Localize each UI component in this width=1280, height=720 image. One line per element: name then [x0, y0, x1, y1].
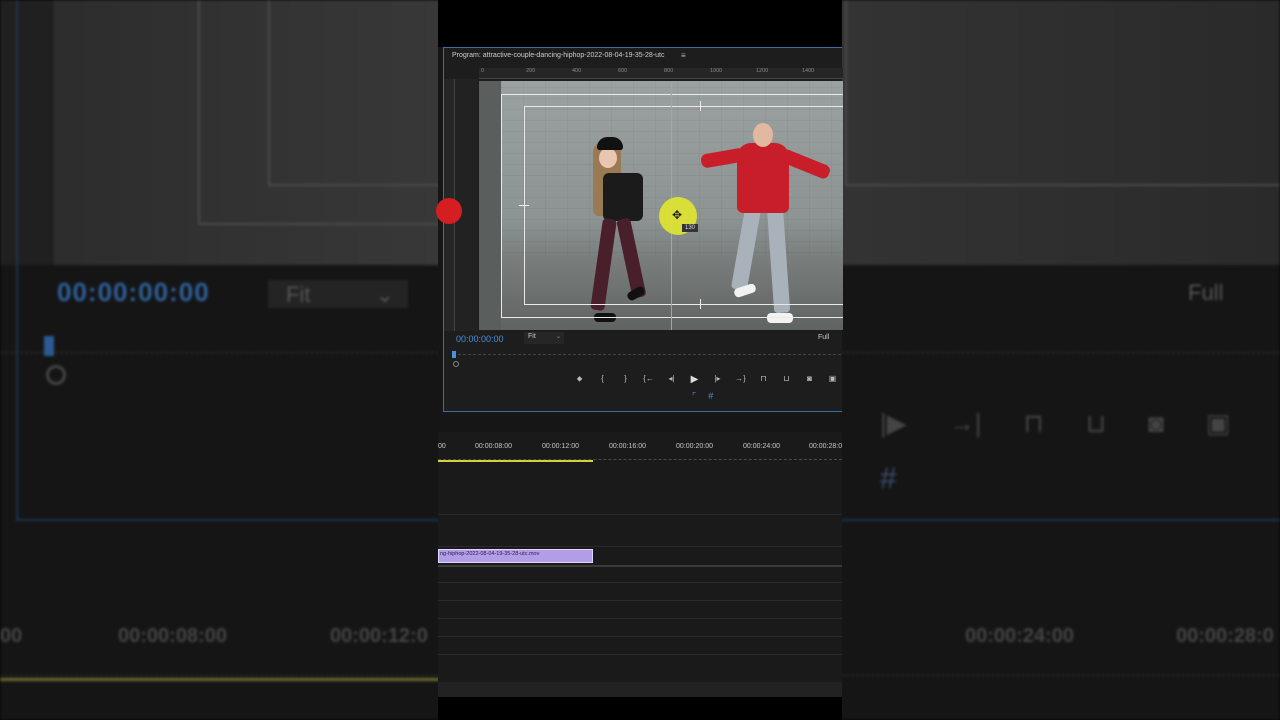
ruler-mark: 1000: [710, 68, 723, 74]
playhead-handle[interactable]: [452, 351, 456, 358]
go-to-in-icon[interactable]: {←: [637, 374, 660, 385]
background-work-area-bar: [0, 678, 440, 681]
lift-icon: ⊓: [1023, 408, 1044, 438]
overlay-controls: ⌜ #: [692, 391, 713, 402]
track-divider: [438, 654, 842, 655]
go-to-out-icon: →|: [948, 408, 982, 438]
background-timeline-time: 00: [0, 625, 23, 647]
letterbox-top: [438, 0, 842, 47]
background-timecode: 00:00:00:00: [57, 277, 210, 307]
background-timeline-time: 00:00:24:00: [965, 625, 1074, 647]
panel-title[interactable]: Program: attractive-couple-dancing-hipho…: [452, 52, 664, 59]
grid-icon: #: [880, 462, 897, 495]
chevron-down-icon: ⌄: [375, 282, 394, 307]
ruler-mark: 800: [664, 68, 674, 74]
timeline-timecode: 00:00:20:00: [676, 443, 713, 450]
resolution-select[interactable]: Full: [818, 334, 829, 341]
play-icon[interactable]: ▶: [683, 374, 706, 385]
video-clip[interactable]: ng-hiphop-2022-08-04-19-35-28-utc.mov: [438, 549, 593, 563]
track-divider: [438, 636, 842, 637]
center-tick-left: [519, 205, 529, 206]
center-tick-bottom: [700, 299, 701, 309]
program-monitor-panel: Program: attractive-couple-dancing-hipho…: [436, 47, 844, 412]
timeline-timecode: 00:00:08:00: [475, 443, 512, 450]
ruler-mark: 200: [526, 68, 536, 74]
ruler-mark: 1400: [802, 68, 815, 74]
lift-icon[interactable]: ⊓: [752, 374, 775, 385]
timeline-timecode: 00:00:16:00: [609, 443, 646, 450]
background-resolution: Full: [1188, 280, 1224, 305]
wall-edge: [479, 81, 501, 330]
go-to-out-icon[interactable]: →}: [729, 374, 752, 385]
track-divider: [438, 565, 842, 567]
video-column: Program: attractive-couple-dancing-hipho…: [436, 0, 844, 720]
center-tick-top: [700, 101, 701, 111]
letterbox-bottom: [438, 697, 842, 720]
compare-icon[interactable]: ▣: [821, 374, 844, 385]
track-divider: [438, 618, 842, 619]
work-area-bar[interactable]: [438, 460, 593, 462]
export-frame-icon[interactable]: ◙: [798, 374, 821, 385]
track-divider: [438, 546, 842, 547]
background-playhead: [44, 336, 54, 356]
background-ring: [46, 365, 66, 385]
safe-margins-icon[interactable]: ⌜: [692, 391, 696, 402]
transport-controls: ⬥ { } {← ◂| ▶ |▸ →} ⊓ ⊔ ◙ ▣: [568, 374, 844, 385]
zoom-select[interactable]: Fit ⌄: [524, 332, 564, 344]
timeline-ruler[interactable]: 00 00:00:08:00 00:00:12:00 00:00:16:00 0…: [438, 443, 842, 453]
ruler-mark: 0: [481, 68, 485, 74]
step-forward-icon[interactable]: |▸: [706, 374, 729, 385]
track-divider: [438, 582, 842, 583]
background-timeline-time: 00:00:28:0: [1176, 625, 1274, 647]
compare-icon: ▣: [1205, 408, 1231, 438]
timeline-timecode: 00:00:24:00: [743, 443, 780, 450]
export-frame-icon: ◙: [1148, 408, 1164, 438]
timeline-timecode: 00: [438, 443, 446, 450]
step-back-icon[interactable]: ◂|: [660, 374, 683, 385]
timeline-panel: 00 00:00:08:00 00:00:12:00 00:00:16:00 0…: [438, 432, 842, 697]
background-zoom-select: Fit ⌄: [268, 280, 408, 308]
move-cursor-icon: ✥: [672, 208, 683, 222]
cursor-tooltip: 130: [682, 224, 699, 232]
scrub-bar[interactable]: [453, 354, 841, 360]
timeline-timecode: 00:00:12:00: [542, 443, 579, 450]
mark-in-icon[interactable]: {: [591, 374, 614, 385]
chevron-down-icon: ⌄: [555, 334, 561, 340]
timeline-scrollbar[interactable]: [438, 682, 842, 697]
step-forward-icon: |▶: [880, 408, 907, 438]
extract-icon: ⊔: [1085, 408, 1107, 438]
ruler-mark: 1200: [756, 68, 769, 74]
ruler-mark: 600: [618, 68, 628, 74]
recording-dot-icon: [436, 198, 462, 224]
background-transport-icons: |▶ →| ⊓ ⊔ ◙ ▣: [880, 408, 1230, 439]
zoom-handle[interactable]: [453, 361, 459, 367]
ruler-mark: 400: [572, 68, 582, 74]
panel-menu-icon[interactable]: ≡: [681, 51, 686, 60]
ruler-horizontal[interactable]: 0 200 400 600 800 1000 1200 1400: [479, 68, 843, 79]
background-timeline-time: 00:00:08:00: [118, 625, 227, 647]
marker-icon[interactable]: ⬥: [568, 374, 591, 385]
background-zoom-label: Fit: [286, 282, 311, 307]
grid-icon[interactable]: #: [708, 391, 713, 402]
track-divider: [438, 514, 842, 515]
extract-icon[interactable]: ⊔: [775, 374, 798, 385]
video-frame[interactable]: ✥ 130: [479, 81, 843, 330]
screen: 00:00:00:00 Fit ⌄ Full |▶ →| ⊓ ⊔ ◙ ▣ # 00…: [0, 0, 1280, 720]
track-divider: [438, 600, 842, 601]
background-timeline-time: 00:00:12:0: [330, 625, 428, 647]
zoom-select-label: Fit: [528, 333, 536, 340]
playhead-timecode[interactable]: 00:00:00:00: [456, 334, 504, 344]
timeline-timecode: 00:00:28:0: [809, 443, 843, 450]
mark-out-icon[interactable]: }: [614, 374, 637, 385]
